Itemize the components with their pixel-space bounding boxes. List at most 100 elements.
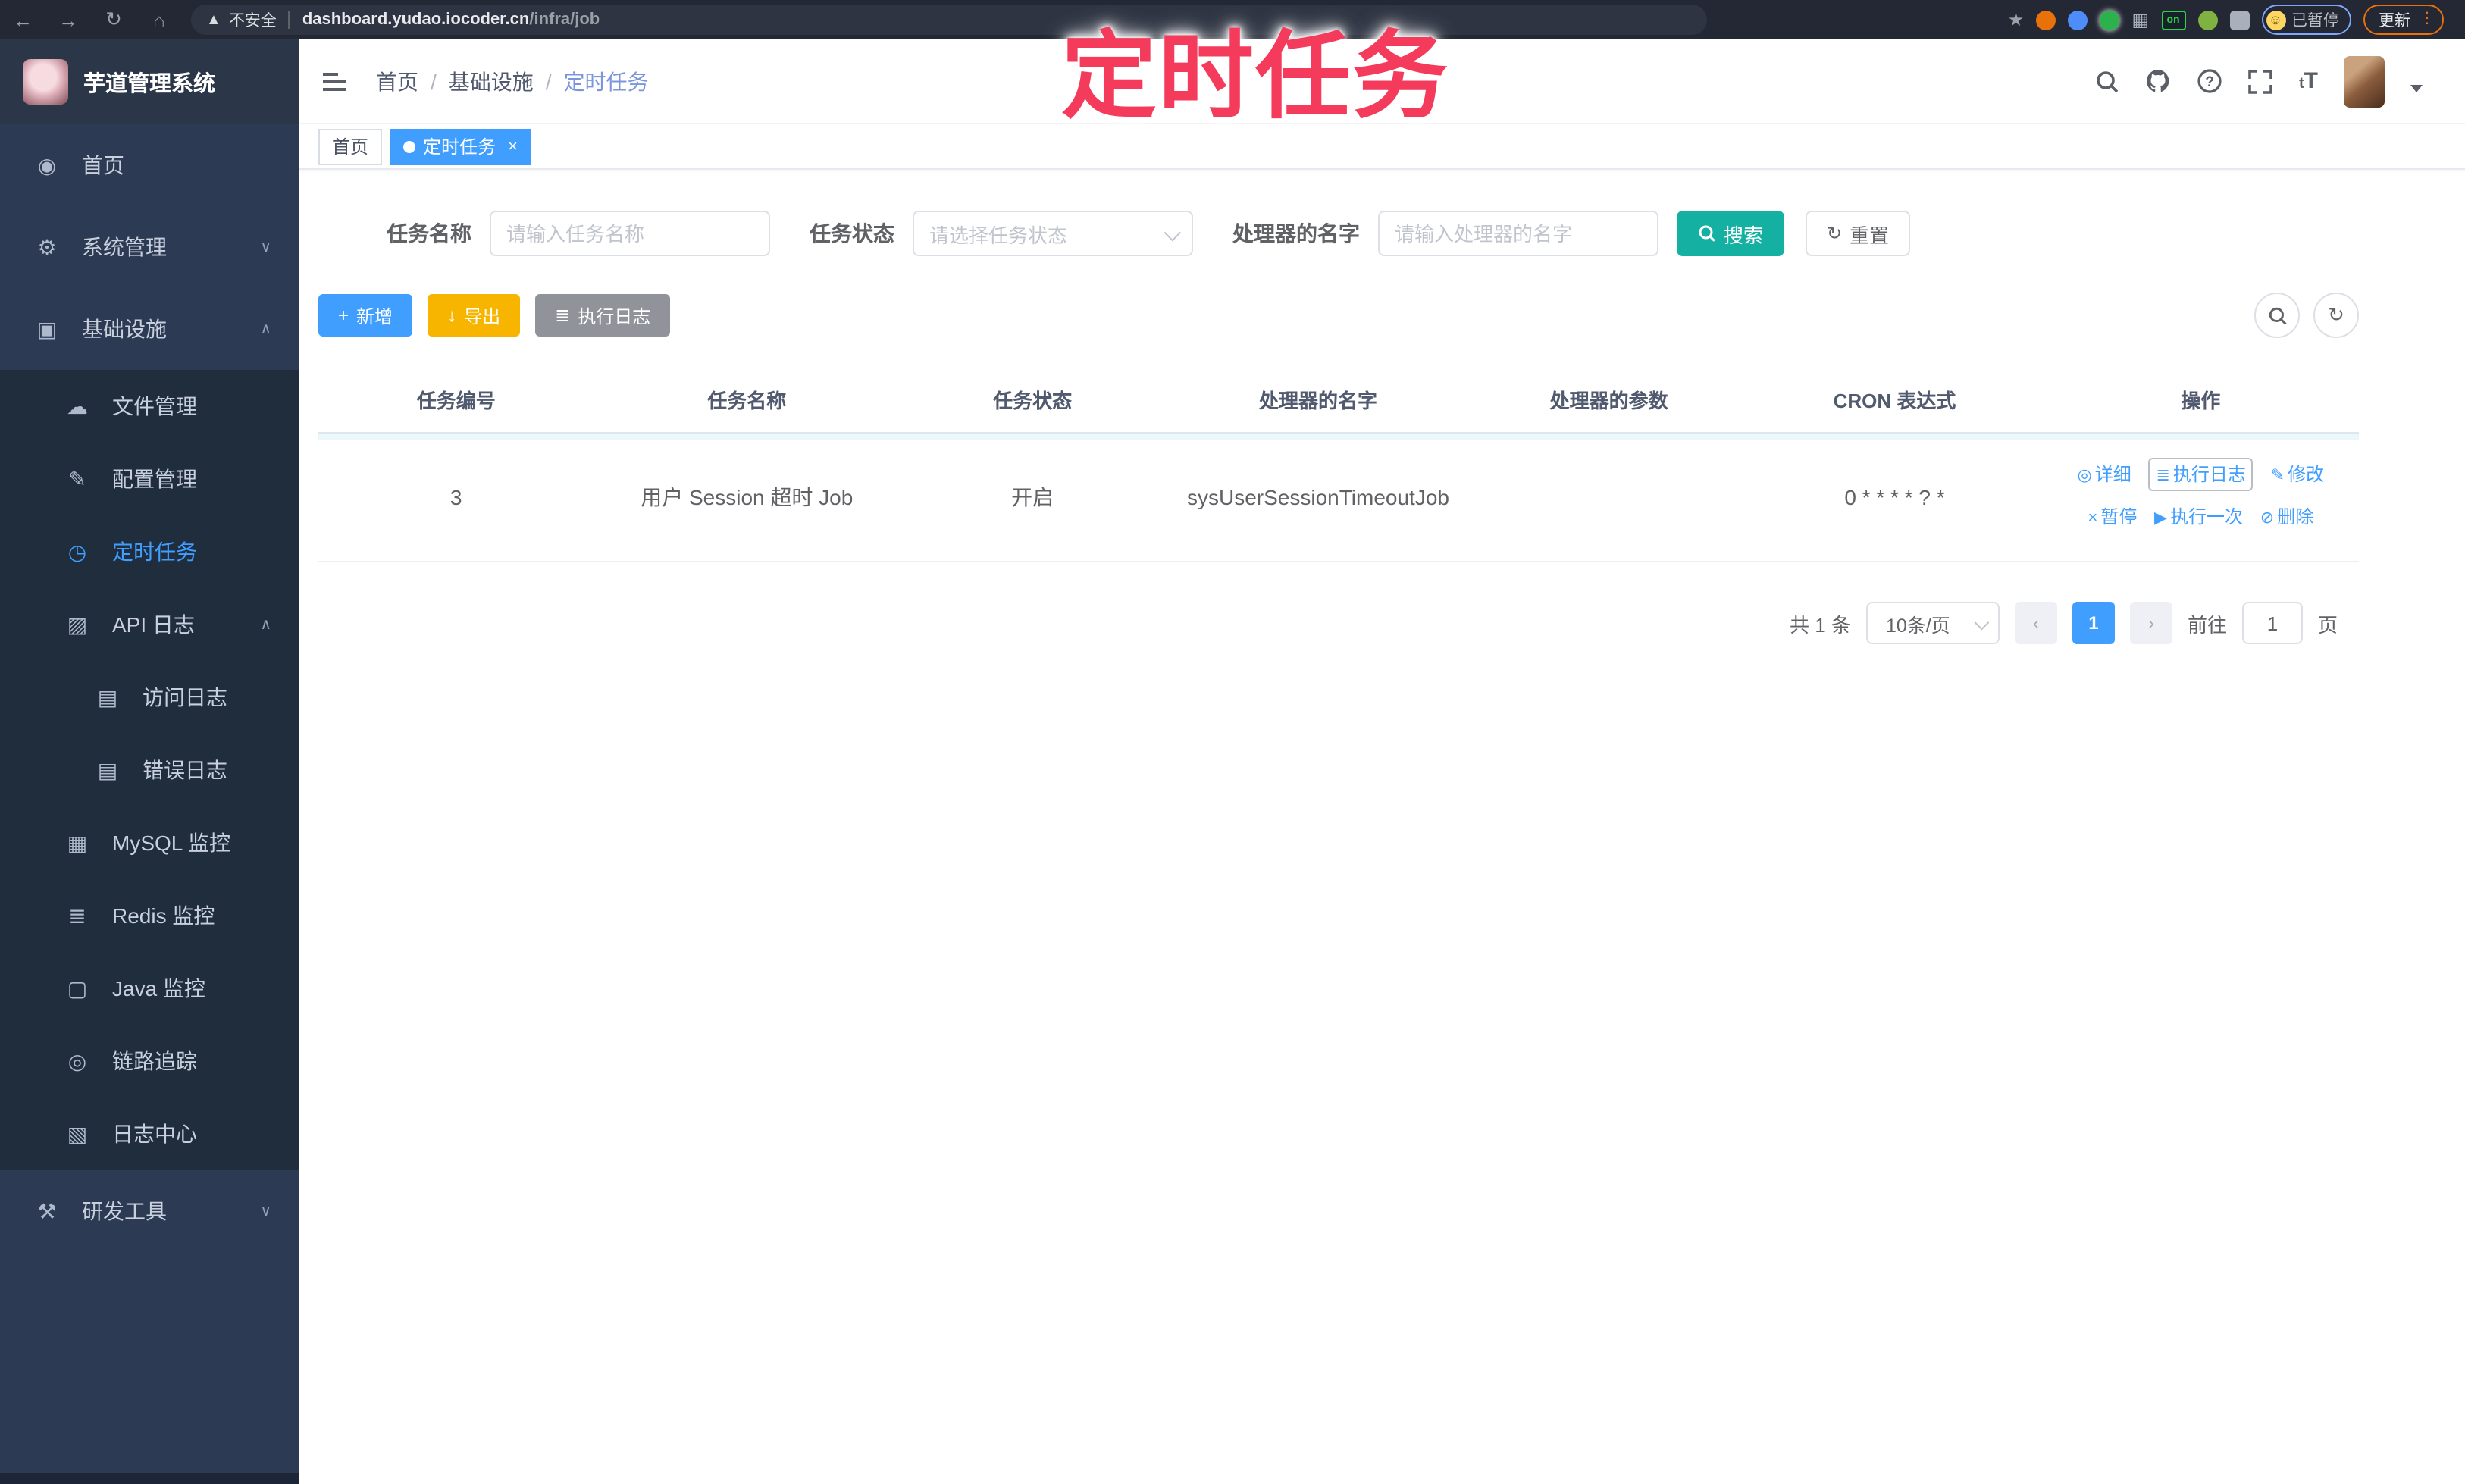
extension-icon-on-badge[interactable]: on bbox=[2161, 10, 2185, 30]
browser-profile-chip[interactable]: ☺ 已暂停 bbox=[2261, 5, 2351, 35]
url-path: /infra/job bbox=[529, 11, 600, 29]
url-host: dashboard.yudao.iocoder.cn bbox=[302, 11, 530, 29]
forward-icon[interactable]: → bbox=[45, 8, 91, 31]
breadcrumb-infra[interactable]: 基础设施 bbox=[449, 66, 534, 96]
sidebar-item-redis-monitor[interactable]: ≣ Redis 监控 bbox=[0, 879, 299, 952]
sidebar-item-system[interactable]: ⚙ 系统管理 ∨ bbox=[0, 206, 299, 288]
sidebar-item-label: 文件管理 bbox=[112, 394, 197, 418]
pause-link[interactable]: × 暂停 bbox=[2088, 506, 2137, 528]
font-size-icon[interactable]: tT bbox=[2299, 68, 2318, 94]
hamburger-icon[interactable] bbox=[323, 72, 346, 90]
goto-page-input[interactable] bbox=[2241, 602, 2303, 644]
sidebar-item-label: 访问日志 bbox=[143, 685, 227, 709]
breadcrumb-home[interactable]: 首页 bbox=[376, 66, 418, 96]
log-center-icon: ▧ bbox=[67, 1121, 88, 1145]
avatar-caret-icon[interactable] bbox=[2410, 85, 2423, 92]
chevron-down-icon: ∨ bbox=[260, 1203, 271, 1219]
detail-link[interactable]: ◎ 详细 bbox=[2078, 464, 2131, 485]
page-1-button[interactable]: 1 bbox=[2072, 602, 2115, 644]
sidebar-item-api-log[interactable]: ▨ API 日志 ∧ bbox=[0, 588, 299, 661]
chevron-up-icon: ∧ bbox=[260, 321, 271, 337]
monitor-icon: ▢ bbox=[67, 975, 88, 1000]
edit-link[interactable]: ✎ 修改 bbox=[2271, 464, 2324, 485]
search-icon[interactable] bbox=[2096, 69, 2120, 93]
col-cron: CRON 表达式 bbox=[1746, 365, 2043, 434]
handler-name-input[interactable] bbox=[1378, 211, 1658, 256]
extension-icon-grid[interactable]: ▦ bbox=[2131, 9, 2149, 30]
refresh-table-button[interactable]: ↻ bbox=[2313, 293, 2359, 338]
sidebar-item-error-log[interactable]: ▤ 错误日志 bbox=[0, 734, 299, 806]
bookmark-star-icon[interactable]: ★ bbox=[2008, 9, 2025, 30]
sidebar-item-log-center[interactable]: ▧ 日志中心 bbox=[0, 1097, 299, 1170]
extension-icon-blue[interactable] bbox=[2068, 10, 2088, 30]
sidebar-item-mysql-monitor[interactable]: ▦ MySQL 监控 bbox=[0, 806, 299, 879]
screen: ← → ↻ ⌂ ▲ 不安全 dashboard.yudao.iocoder.cn… bbox=[0, 0, 2465, 1484]
profile-chip-label: 已暂停 bbox=[2291, 11, 2339, 30]
add-button[interactable]: + 新增 bbox=[318, 294, 413, 337]
sidebar-item-infra[interactable]: ▣ 基础设施 ∧ bbox=[0, 288, 299, 370]
sidebar-item-home[interactable]: ◉ 首页 bbox=[0, 124, 299, 206]
reload-icon[interactable]: ↻ bbox=[91, 8, 136, 32]
table-row: 3 用户 Session 超时 Job 开启 sysUserSessionTim… bbox=[318, 433, 2359, 562]
github-icon[interactable] bbox=[2146, 68, 2172, 94]
tag-home[interactable]: 首页 bbox=[318, 128, 383, 164]
close-icon[interactable]: × bbox=[508, 137, 518, 155]
browser-update-button[interactable]: 更新 ⋮ bbox=[2363, 5, 2444, 35]
exec-log-button[interactable]: ≣ 执行日志 bbox=[535, 294, 671, 337]
col-job-name: 任务名称 bbox=[594, 365, 900, 434]
cell-handler-param bbox=[1471, 433, 1747, 562]
sidebar-item-access-log[interactable]: ▤ 访问日志 bbox=[0, 661, 299, 734]
access-log-icon: ▤ bbox=[97, 684, 118, 709]
run-once-link[interactable]: ▶ 执行一次 bbox=[2154, 506, 2243, 528]
back-icon[interactable]: ← bbox=[0, 8, 45, 31]
col-actions: 操作 bbox=[2042, 365, 2359, 434]
toolbox-icon: ⚒ bbox=[37, 1198, 57, 1223]
home-icon[interactable]: ⌂ bbox=[136, 8, 182, 31]
search-button[interactable]: 搜索 bbox=[1677, 211, 1785, 256]
extension-icon-green[interactable] bbox=[2100, 10, 2120, 30]
chevron-down-icon: ∨ bbox=[260, 239, 271, 255]
sidebar-item-scheduled-jobs[interactable]: ◷ 定时任务 bbox=[0, 515, 299, 588]
sidebar-item-label: 首页 bbox=[82, 153, 124, 177]
job-name-input[interactable] bbox=[490, 211, 770, 256]
help-icon[interactable]: ? bbox=[2197, 68, 2223, 94]
log-icon: ≣ bbox=[2156, 467, 2170, 485]
sidebar-logo-row[interactable]: 芋道管理系统 bbox=[0, 39, 299, 124]
job-status-placeholder: 请选择任务状态 bbox=[929, 224, 1068, 246]
sidebar-item-dev-tools[interactable]: ⚒ 研发工具 ∨ bbox=[0, 1170, 299, 1252]
fullscreen-icon[interactable] bbox=[2249, 69, 2273, 93]
browser-menu-icon[interactable]: ⋮ bbox=[2420, 11, 2435, 27]
job-log-link[interactable]: ≣ 执行日志 bbox=[2148, 458, 2254, 491]
delete-link[interactable]: ⊘ 删除 bbox=[2260, 506, 2313, 528]
log-edit-icon: ▨ bbox=[67, 612, 88, 636]
sidebar-item-config-manage[interactable]: ✎ 配置管理 bbox=[0, 443, 299, 515]
extension-icon-leaf[interactable] bbox=[2197, 10, 2217, 30]
sidebar-item-label: 日志中心 bbox=[112, 1122, 197, 1146]
page-size-select[interactable]: 10条/页 bbox=[1865, 602, 2000, 644]
clock-icon: ◷ bbox=[67, 539, 87, 563]
col-job-status: 任务状态 bbox=[900, 365, 1166, 434]
sidebar-item-java-monitor[interactable]: ▢ Java 监控 bbox=[0, 952, 299, 1025]
job-status-select[interactable]: 请选择任务状态 bbox=[913, 211, 1193, 256]
tag-scheduled-jobs[interactable]: 定时任务 × bbox=[390, 128, 531, 164]
sidebar-item-label: 基础设施 bbox=[82, 317, 167, 341]
cell-actions: ◎ 详细 ≣ 执行日志 ✎ 修改 × 暂停 ▶ 执行一次 ⊘ 删除 bbox=[2042, 433, 2359, 562]
sidebar-item-label: Java 监控 bbox=[112, 976, 205, 1000]
total-count: 共 1 条 bbox=[1790, 613, 1851, 636]
sidebar-item-label: MySQL 监控 bbox=[112, 831, 231, 855]
export-button[interactable]: ↓ 导出 bbox=[428, 294, 521, 337]
next-page-button[interactable]: › bbox=[2129, 602, 2172, 644]
puzzle-icon[interactable] bbox=[2229, 10, 2249, 30]
reset-button[interactable]: ↻ 重置 bbox=[1806, 211, 1911, 256]
toggle-search-button[interactable] bbox=[2254, 293, 2300, 338]
prev-page-button[interactable]: ‹ bbox=[2014, 602, 2057, 644]
goto-label: 前往 bbox=[2187, 613, 2227, 636]
download-icon: ↓ bbox=[447, 305, 457, 326]
user-avatar[interactable] bbox=[2344, 55, 2385, 107]
sidebar-item-file-manage[interactable]: ☁ 文件管理 bbox=[0, 370, 299, 443]
page-size-value: 10条/页 bbox=[1885, 615, 1950, 636]
address-bar[interactable]: ▲ 不安全 dashboard.yudao.iocoder.cn /infra/… bbox=[191, 5, 1707, 35]
extension-icon-orange[interactable] bbox=[2036, 10, 2056, 30]
sidebar-item-tracing[interactable]: ◎ 链路追踪 bbox=[0, 1025, 299, 1097]
not-secure-warning-icon: ▲ bbox=[206, 11, 221, 28]
